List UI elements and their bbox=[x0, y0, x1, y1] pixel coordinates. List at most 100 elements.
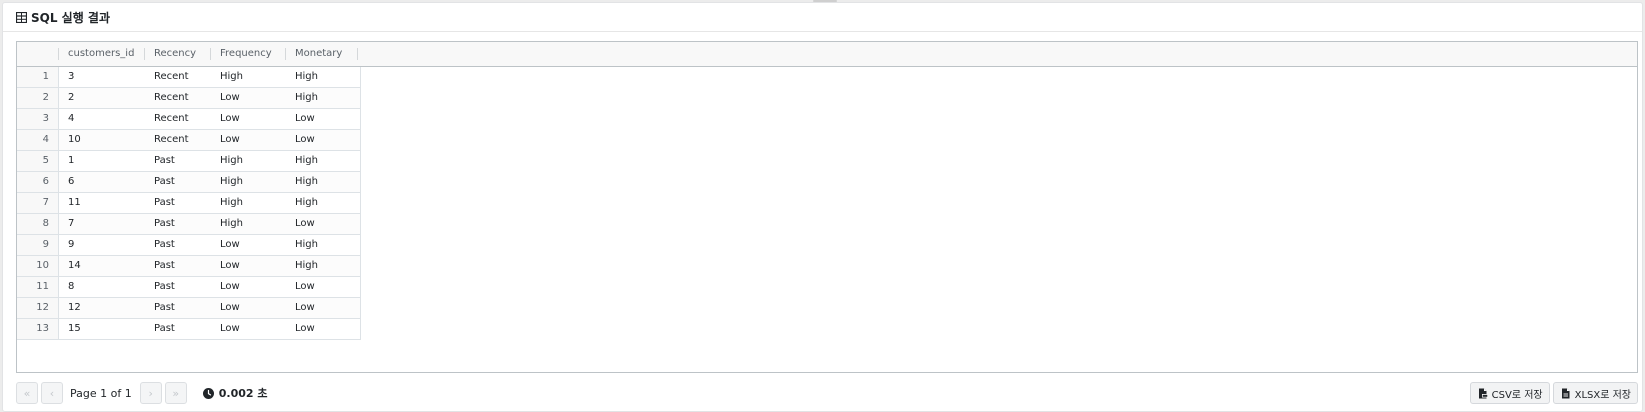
cell-monetary[interactable]: High bbox=[286, 88, 358, 108]
cell-customers-id[interactable]: 9 bbox=[59, 235, 145, 255]
cell-customers-id[interactable]: 7 bbox=[59, 214, 145, 234]
cell-recency[interactable]: Past bbox=[145, 235, 211, 255]
row-number[interactable]: 8 bbox=[17, 214, 59, 234]
cell-recency[interactable]: Past bbox=[145, 214, 211, 234]
column-header-recency[interactable]: Recency bbox=[145, 42, 211, 66]
cell-frequency[interactable]: Low bbox=[211, 235, 286, 255]
row-number[interactable]: 3 bbox=[17, 109, 59, 129]
cell-customers-id[interactable]: 4 bbox=[59, 109, 145, 129]
cell-recency[interactable]: Recent bbox=[145, 88, 211, 108]
cell-customers-id[interactable]: 12 bbox=[59, 298, 145, 318]
cell-customers-id[interactable]: 14 bbox=[59, 256, 145, 276]
table-row[interactable]: 2 2 Recent Low High bbox=[17, 88, 360, 109]
cell-customers-id[interactable]: 11 bbox=[59, 193, 145, 213]
save-xlsx-button[interactable]: XLSX로 저장 bbox=[1552, 382, 1638, 404]
cell-frequency[interactable]: Low bbox=[211, 298, 286, 318]
row-number[interactable]: 7 bbox=[17, 193, 59, 213]
table-row[interactable]: 8 7 Past High Low bbox=[17, 214, 360, 235]
row-number[interactable]: 5 bbox=[17, 151, 59, 171]
cell-recency[interactable]: Recent bbox=[145, 67, 211, 87]
cell-customers-id[interactable]: 1 bbox=[59, 151, 145, 171]
cell-customers-id[interactable]: 15 bbox=[59, 319, 145, 339]
cell-recency[interactable]: Recent bbox=[145, 109, 211, 129]
clock-icon bbox=[202, 387, 214, 399]
cell-customers-id[interactable]: 10 bbox=[59, 130, 145, 150]
cell-frequency[interactable]: Low bbox=[211, 277, 286, 297]
save-csv-button[interactable]: CSV로 저장 bbox=[1469, 382, 1550, 404]
cell-frequency[interactable]: Low bbox=[211, 88, 286, 108]
table-row[interactable]: 11 8 Past Low Low bbox=[17, 277, 360, 298]
table-row[interactable]: 9 9 Past Low High bbox=[17, 235, 360, 256]
row-number[interactable]: 9 bbox=[17, 235, 59, 255]
first-page-button[interactable]: « bbox=[16, 382, 38, 404]
cell-frequency[interactable]: Low bbox=[211, 319, 286, 339]
cell-monetary[interactable]: Low bbox=[286, 277, 358, 297]
cell-monetary[interactable]: High bbox=[286, 193, 358, 213]
cell-recency[interactable]: Past bbox=[145, 256, 211, 276]
cell-monetary[interactable]: High bbox=[286, 256, 358, 276]
cell-recency[interactable]: Past bbox=[145, 193, 211, 213]
grid-column-divider bbox=[360, 67, 361, 340]
result-grid[interactable]: customers_id Recency Frequency Monetary … bbox=[16, 41, 1638, 373]
table-icon bbox=[16, 11, 27, 23]
cell-recency[interactable]: Past bbox=[145, 172, 211, 192]
grid-header: customers_id Recency Frequency Monetary bbox=[17, 42, 1637, 67]
row-number[interactable]: 6 bbox=[17, 172, 59, 192]
row-number[interactable]: 1 bbox=[17, 67, 59, 87]
row-number[interactable]: 13 bbox=[17, 319, 59, 339]
table-row[interactable]: 10 14 Past Low High bbox=[17, 256, 360, 277]
table-row[interactable]: 5 1 Past High High bbox=[17, 151, 360, 172]
cell-customers-id[interactable]: 8 bbox=[59, 277, 145, 297]
row-number[interactable]: 10 bbox=[17, 256, 59, 276]
cell-frequency[interactable]: High bbox=[211, 67, 286, 87]
cell-frequency[interactable]: Low bbox=[211, 130, 286, 150]
row-number-header bbox=[17, 42, 59, 66]
cell-monetary[interactable]: Low bbox=[286, 130, 358, 150]
cell-monetary[interactable]: High bbox=[286, 67, 358, 87]
cell-recency[interactable]: Past bbox=[145, 151, 211, 171]
cell-recency[interactable]: Past bbox=[145, 277, 211, 297]
cell-frequency[interactable]: High bbox=[211, 151, 286, 171]
cell-monetary[interactable]: Low bbox=[286, 319, 358, 339]
table-row[interactable]: 13 15 Past Low Low bbox=[17, 319, 360, 340]
table-row[interactable]: 6 6 Past High High bbox=[17, 172, 360, 193]
column-header-frequency[interactable]: Frequency bbox=[211, 42, 286, 66]
save-csv-label: CSV로 저장 bbox=[1491, 389, 1543, 401]
cell-monetary[interactable]: High bbox=[286, 151, 358, 171]
row-number[interactable]: 11 bbox=[17, 277, 59, 297]
column-header-monetary[interactable]: Monetary bbox=[286, 42, 358, 66]
cell-customers-id[interactable]: 2 bbox=[59, 88, 145, 108]
cell-frequency[interactable]: High bbox=[211, 214, 286, 234]
table-row[interactable]: 4 10 Recent Low Low bbox=[17, 130, 360, 151]
page-indicator: Page 1 of 1 bbox=[70, 386, 132, 400]
cell-monetary[interactable]: Low bbox=[286, 214, 358, 234]
resize-handle[interactable] bbox=[813, 0, 837, 2]
cell-monetary[interactable]: High bbox=[286, 172, 358, 192]
grid-body: 1 3 Recent High High 2 2 Recent Low High 3 4 Recent L… bbox=[17, 67, 360, 340]
save-xlsx-label: XLSX로 저장 bbox=[1574, 389, 1631, 401]
cell-monetary[interactable]: High bbox=[286, 235, 358, 255]
cell-monetary[interactable]: Low bbox=[286, 298, 358, 318]
cell-frequency[interactable]: High bbox=[211, 172, 286, 192]
cell-frequency[interactable]: Low bbox=[211, 256, 286, 276]
last-page-button[interactable]: » bbox=[164, 382, 187, 404]
cell-frequency[interactable]: High bbox=[211, 193, 286, 213]
next-page-button[interactable]: › bbox=[139, 382, 162, 404]
cell-recency[interactable]: Past bbox=[145, 319, 211, 339]
table-row[interactable]: 7 11 Past High High bbox=[17, 193, 360, 214]
panel-header: SQL 실행 결과 bbox=[3, 3, 1642, 32]
table-row[interactable]: 3 4 Recent Low Low bbox=[17, 109, 360, 130]
cell-recency[interactable]: Past bbox=[145, 298, 211, 318]
prev-page-button[interactable]: ‹ bbox=[41, 382, 63, 404]
table-row[interactable]: 1 3 Recent High High bbox=[17, 67, 360, 88]
column-header-customers-id[interactable]: customers_id bbox=[59, 42, 145, 66]
cell-frequency[interactable]: Low bbox=[211, 109, 286, 129]
cell-monetary[interactable]: Low bbox=[286, 109, 358, 129]
cell-customers-id[interactable]: 3 bbox=[59, 67, 145, 87]
row-number[interactable]: 4 bbox=[17, 130, 59, 150]
cell-recency[interactable]: Recent bbox=[145, 130, 211, 150]
row-number[interactable]: 12 bbox=[17, 298, 59, 318]
cell-customers-id[interactable]: 6 bbox=[59, 172, 145, 192]
row-number[interactable]: 2 bbox=[17, 88, 59, 108]
table-row[interactable]: 12 12 Past Low Low bbox=[17, 298, 360, 319]
